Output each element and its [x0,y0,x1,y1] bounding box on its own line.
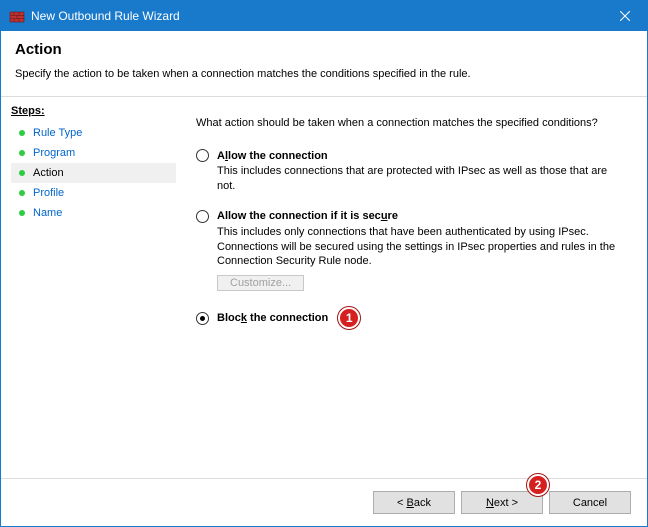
step-label: Rule Type [33,127,82,139]
wizard-footer: < Back Next > 2 Cancel [1,478,647,526]
option-allow-secure: Allow the connection if it is secure Thi… [196,210,623,292]
step-bullet-icon [19,190,25,196]
close-icon [620,11,630,21]
content-panel: What action should be taken when a conne… [176,97,647,478]
step-name[interactable]: Name [11,203,176,223]
step-bullet-icon [19,210,25,216]
option-allow-secure-desc: This includes only connections that have… [217,225,623,270]
customize-button: Customize... [217,275,304,291]
wizard-header: Action Specify the action to be taken wh… [1,31,647,97]
steps-title: Steps: [11,105,176,117]
annotation-1: 1 [338,307,360,329]
option-block: Block the connection 1 [196,307,623,329]
window-title: New Outbound Rule Wizard [31,9,602,23]
step-label: Name [33,207,62,219]
page-title: Action [15,41,633,58]
step-label: Program [33,147,75,159]
firewall-icon [9,8,25,24]
steps-panel: Steps: Rule Type Program Action Profile … [1,97,176,478]
step-rule-type[interactable]: Rule Type [11,123,176,143]
wizard-window: New Outbound Rule Wizard Action Specify … [0,0,648,527]
step-bullet-icon [19,150,25,156]
step-bullet-icon [19,170,25,176]
step-program[interactable]: Program [11,143,176,163]
radio-allow[interactable] [196,149,209,162]
radio-block[interactable] [196,312,209,325]
step-label: Profile [33,187,64,199]
option-allow-desc: This includes connections that are prote… [217,164,623,194]
option-allow-secure-label: Allow the connection if it is secure [217,210,398,222]
wizard-body: Steps: Rule Type Program Action Profile … [1,97,647,478]
radio-allow-secure[interactable] [196,210,209,223]
step-action[interactable]: Action [11,163,176,183]
annotation-2: 2 [527,474,549,496]
option-allow-label: Allow the connection [217,150,328,162]
titlebar: New Outbound Rule Wizard [1,1,647,31]
option-allow: Allow the connection This includes conne… [196,149,623,194]
cancel-button[interactable]: Cancel [549,491,631,514]
step-label: Action [33,167,64,179]
page-description: Specify the action to be taken when a co… [15,68,633,80]
close-button[interactable] [602,1,647,31]
question-text: What action should be taken when a conne… [196,117,623,129]
back-button[interactable]: < Back [373,491,455,514]
step-bullet-icon [19,130,25,136]
next-button[interactable]: Next > [461,491,543,514]
customize-wrap: Customize... [217,275,623,291]
option-block-label: Block the connection [217,312,328,324]
step-profile[interactable]: Profile [11,183,176,203]
